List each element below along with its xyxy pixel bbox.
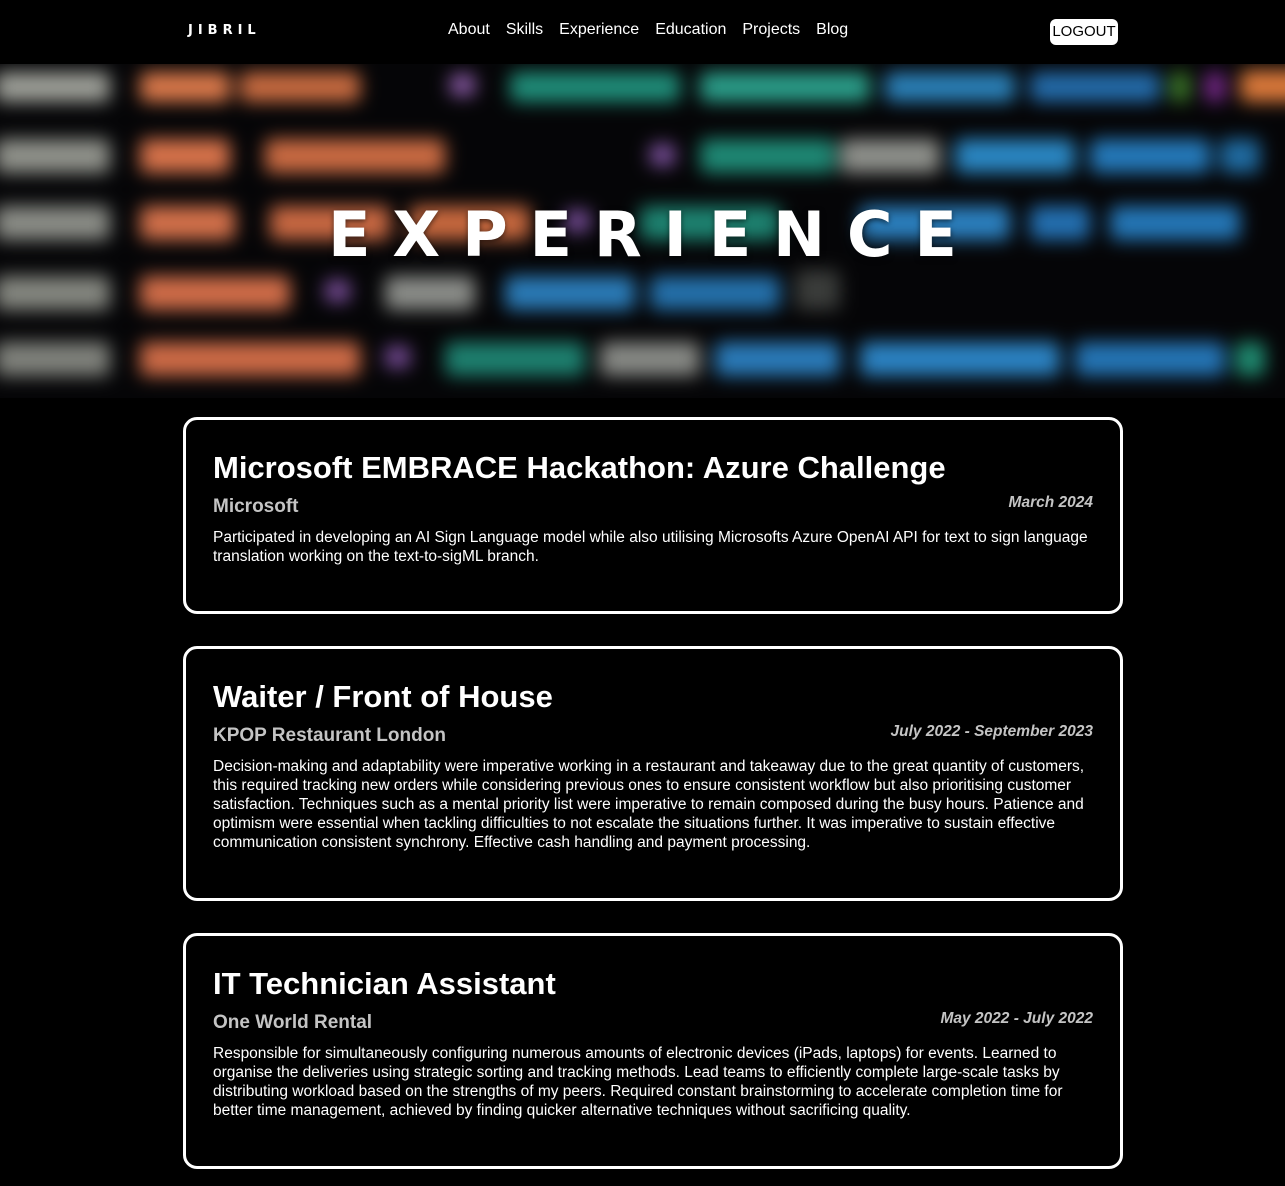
experience-card-it-technician: IT Technician Assistant One World Rental… xyxy=(183,933,1123,1169)
experience-title: Microsoft EMBRACE Hackathon: Azure Chall… xyxy=(213,450,946,485)
nav-link-experience[interactable]: Experience xyxy=(559,21,639,39)
brand-logo[interactable]: JIBRIL xyxy=(188,23,261,38)
nav-link-blog[interactable]: Blog xyxy=(816,21,848,39)
nav-link-projects[interactable]: Projects xyxy=(742,21,800,39)
nav-link-skills[interactable]: Skills xyxy=(506,21,543,39)
experience-date: July 2022 - September 2023 xyxy=(890,723,1093,740)
experience-card-microsoft: Microsoft EMBRACE Hackathon: Azure Chall… xyxy=(183,417,1123,614)
experience-description: Decision-making and adaptability were im… xyxy=(213,758,1085,851)
nav-link-about[interactable]: About xyxy=(448,21,490,39)
nav-links: About Skills Experience Education Projec… xyxy=(448,21,848,39)
experience-description: Participated in developing an AI Sign La… xyxy=(213,529,1088,565)
experience-card-waiter: Waiter / Front of House KPOP Restaurant … xyxy=(183,646,1123,901)
page-title: EXPERIENCE xyxy=(328,197,979,271)
logout-button[interactable]: LOGOUT xyxy=(1050,19,1118,45)
experience-title: IT Technician Assistant xyxy=(213,966,556,1001)
experience-description: Responsible for simultaneously configuri… xyxy=(213,1045,1063,1119)
experience-company: Microsoft xyxy=(213,496,299,517)
experience-title: Waiter / Front of House xyxy=(213,679,553,714)
experience-meta: Microsoft March 2024 xyxy=(213,494,1093,520)
experience-date: March 2024 xyxy=(1008,494,1093,511)
hero-banner: EXPERIENCE xyxy=(0,64,1285,398)
experience-meta: KPOP Restaurant London July 2022 - Septe… xyxy=(213,723,1093,749)
experience-company: One World Rental xyxy=(213,1012,373,1033)
experience-date: May 2022 - July 2022 xyxy=(940,1010,1093,1027)
nav-link-education[interactable]: Education xyxy=(655,21,726,39)
experience-company: KPOP Restaurant London xyxy=(213,725,446,746)
navbar: JIBRIL About Skills Experience Education… xyxy=(0,0,1285,64)
experience-meta: One World Rental May 2022 - July 2022 xyxy=(213,1010,1093,1036)
